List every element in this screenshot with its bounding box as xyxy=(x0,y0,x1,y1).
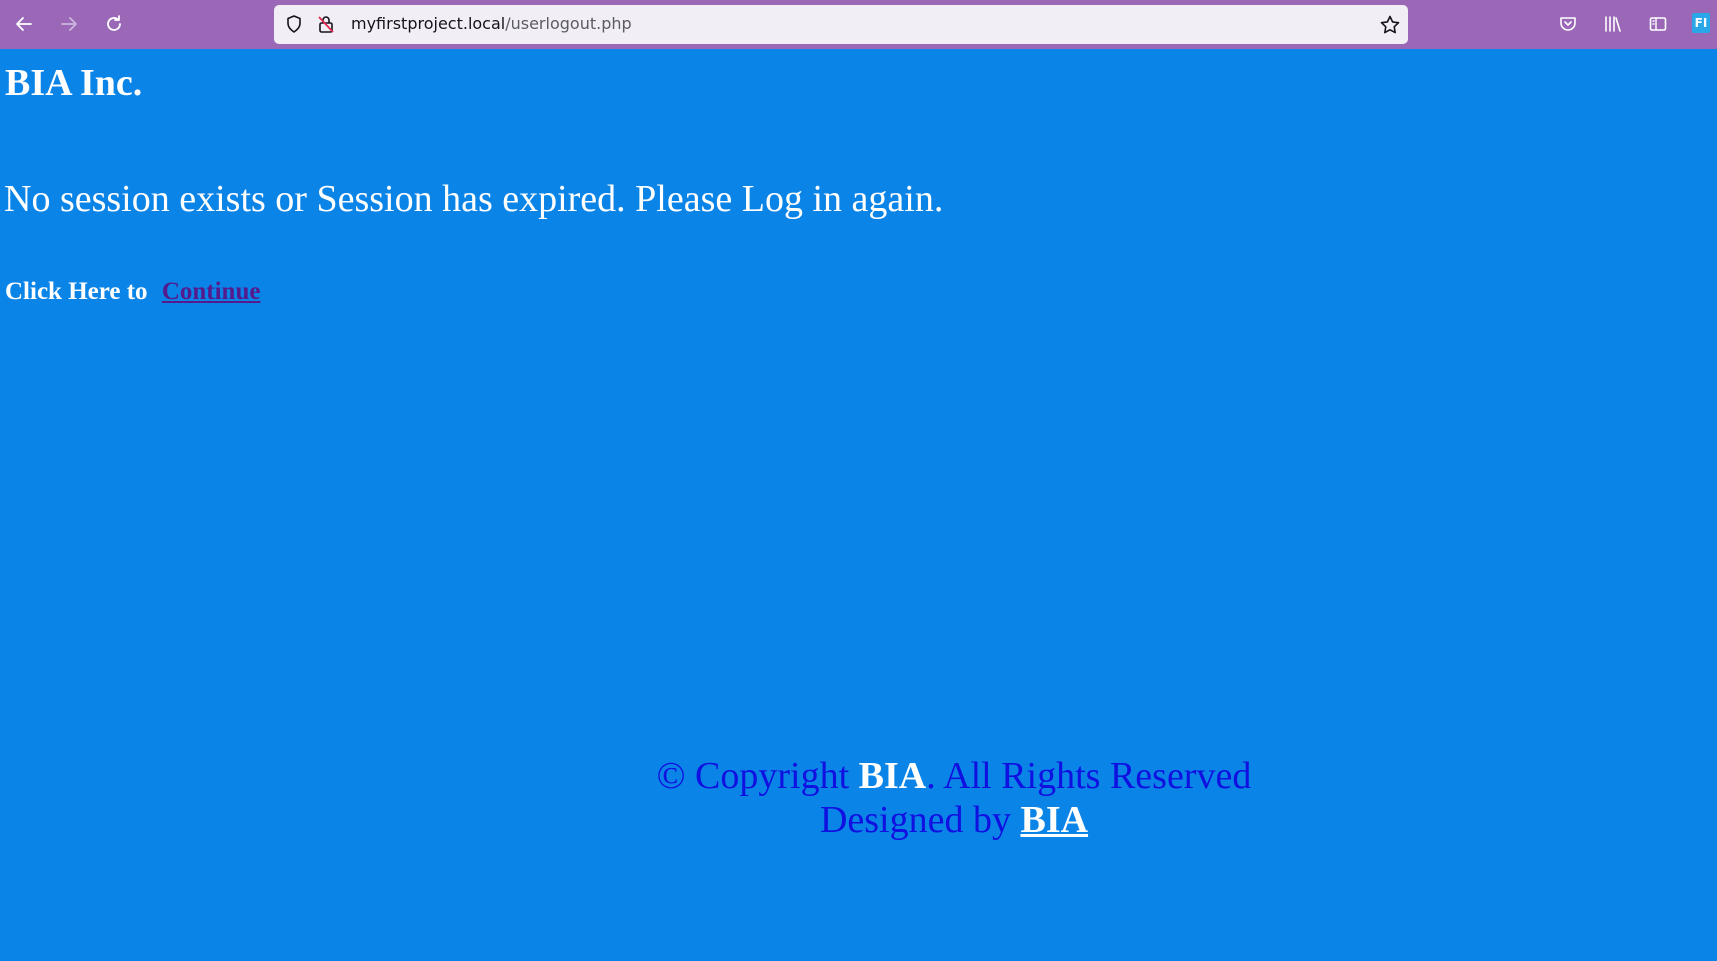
continue-link[interactable]: Continue xyxy=(162,278,261,305)
url-text[interactable]: myfirstproject.local/userlogout.php xyxy=(351,14,632,33)
library-icon xyxy=(1605,16,1621,32)
copyright-brand: BIA xyxy=(858,755,927,797)
designed-by-line: Designed by BIA xyxy=(0,798,1717,842)
footer: © Copyright BIA. All Rights Reserved Des… xyxy=(0,754,1717,842)
bookmark-star-icon[interactable] xyxy=(1379,14,1401,36)
pocket-button[interactable] xyxy=(1556,12,1580,36)
session-expired-message: No session exists or Session has expired… xyxy=(4,178,944,220)
continue-line: Click Here to Continue xyxy=(5,278,260,306)
sidebar-button[interactable] xyxy=(1646,12,1670,36)
copyright-prefix: © Copyright xyxy=(656,755,850,797)
address-bar[interactable]: myfirstproject.local/userlogout.php xyxy=(274,5,1408,44)
copyright-suffix: . All Rights Reserved xyxy=(926,755,1252,797)
continue-prefix: Click Here to xyxy=(5,278,148,305)
tracking-shield-icon[interactable] xyxy=(284,14,304,34)
back-arrow-icon xyxy=(16,17,32,31)
designed-prefix: Designed by xyxy=(819,799,1011,841)
reload-icon xyxy=(107,15,121,31)
extension-icon[interactable]: FI xyxy=(1692,13,1710,33)
forward-arrow-icon xyxy=(61,17,77,31)
insecure-lock-icon[interactable] xyxy=(316,14,336,34)
url-host: myfirstproject.local xyxy=(351,14,506,33)
designer-link[interactable]: BIA xyxy=(1020,799,1088,841)
forward-button[interactable] xyxy=(55,10,83,38)
copyright-line: © Copyright BIA. All Rights Reserved xyxy=(0,754,1717,798)
back-button[interactable] xyxy=(10,10,38,38)
pocket-icon xyxy=(1560,17,1576,31)
reload-button[interactable] xyxy=(100,10,128,38)
library-button[interactable] xyxy=(1601,12,1625,36)
page-content: BIA Inc. No session exists or Session ha… xyxy=(0,49,1717,961)
site-title: BIA Inc. xyxy=(5,62,143,104)
sidebar-icon xyxy=(1649,17,1667,31)
browser-toolbar: myfirstproject.local/userlogout.php FI xyxy=(0,0,1717,49)
url-path: /userlogout.php xyxy=(505,14,632,33)
